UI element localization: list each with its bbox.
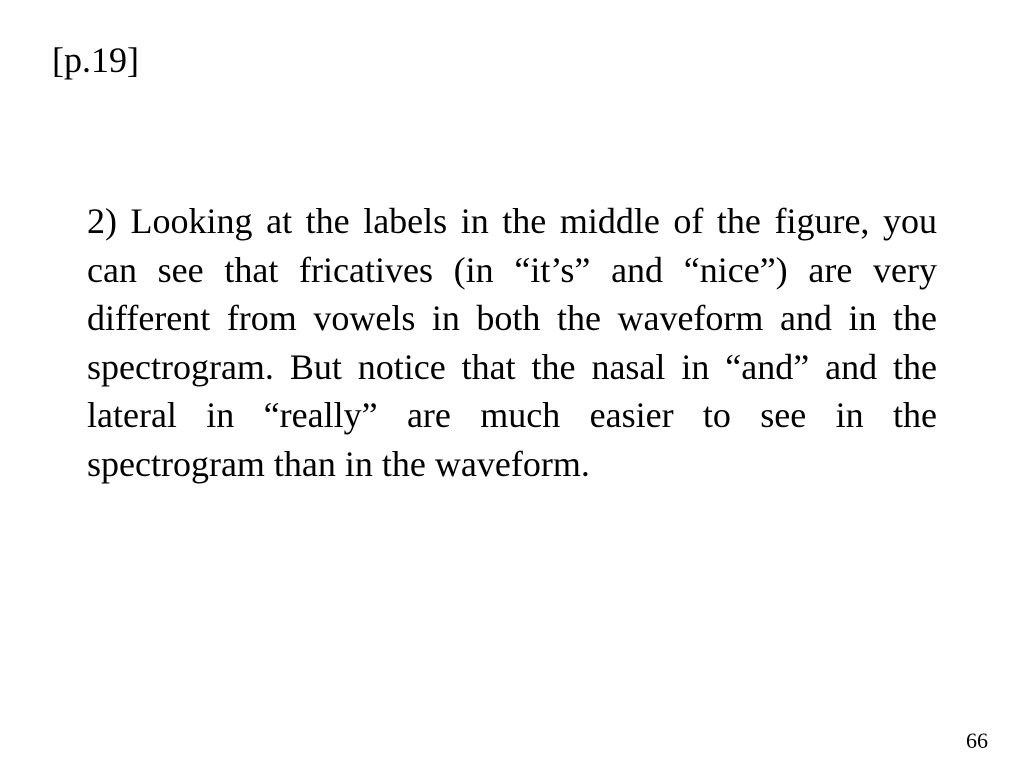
- page-number: 66: [966, 728, 988, 753]
- page-reference: [p.19]: [52, 40, 139, 80]
- body-paragraph: 2) Looking at the labels in the middle o…: [87, 201, 937, 484]
